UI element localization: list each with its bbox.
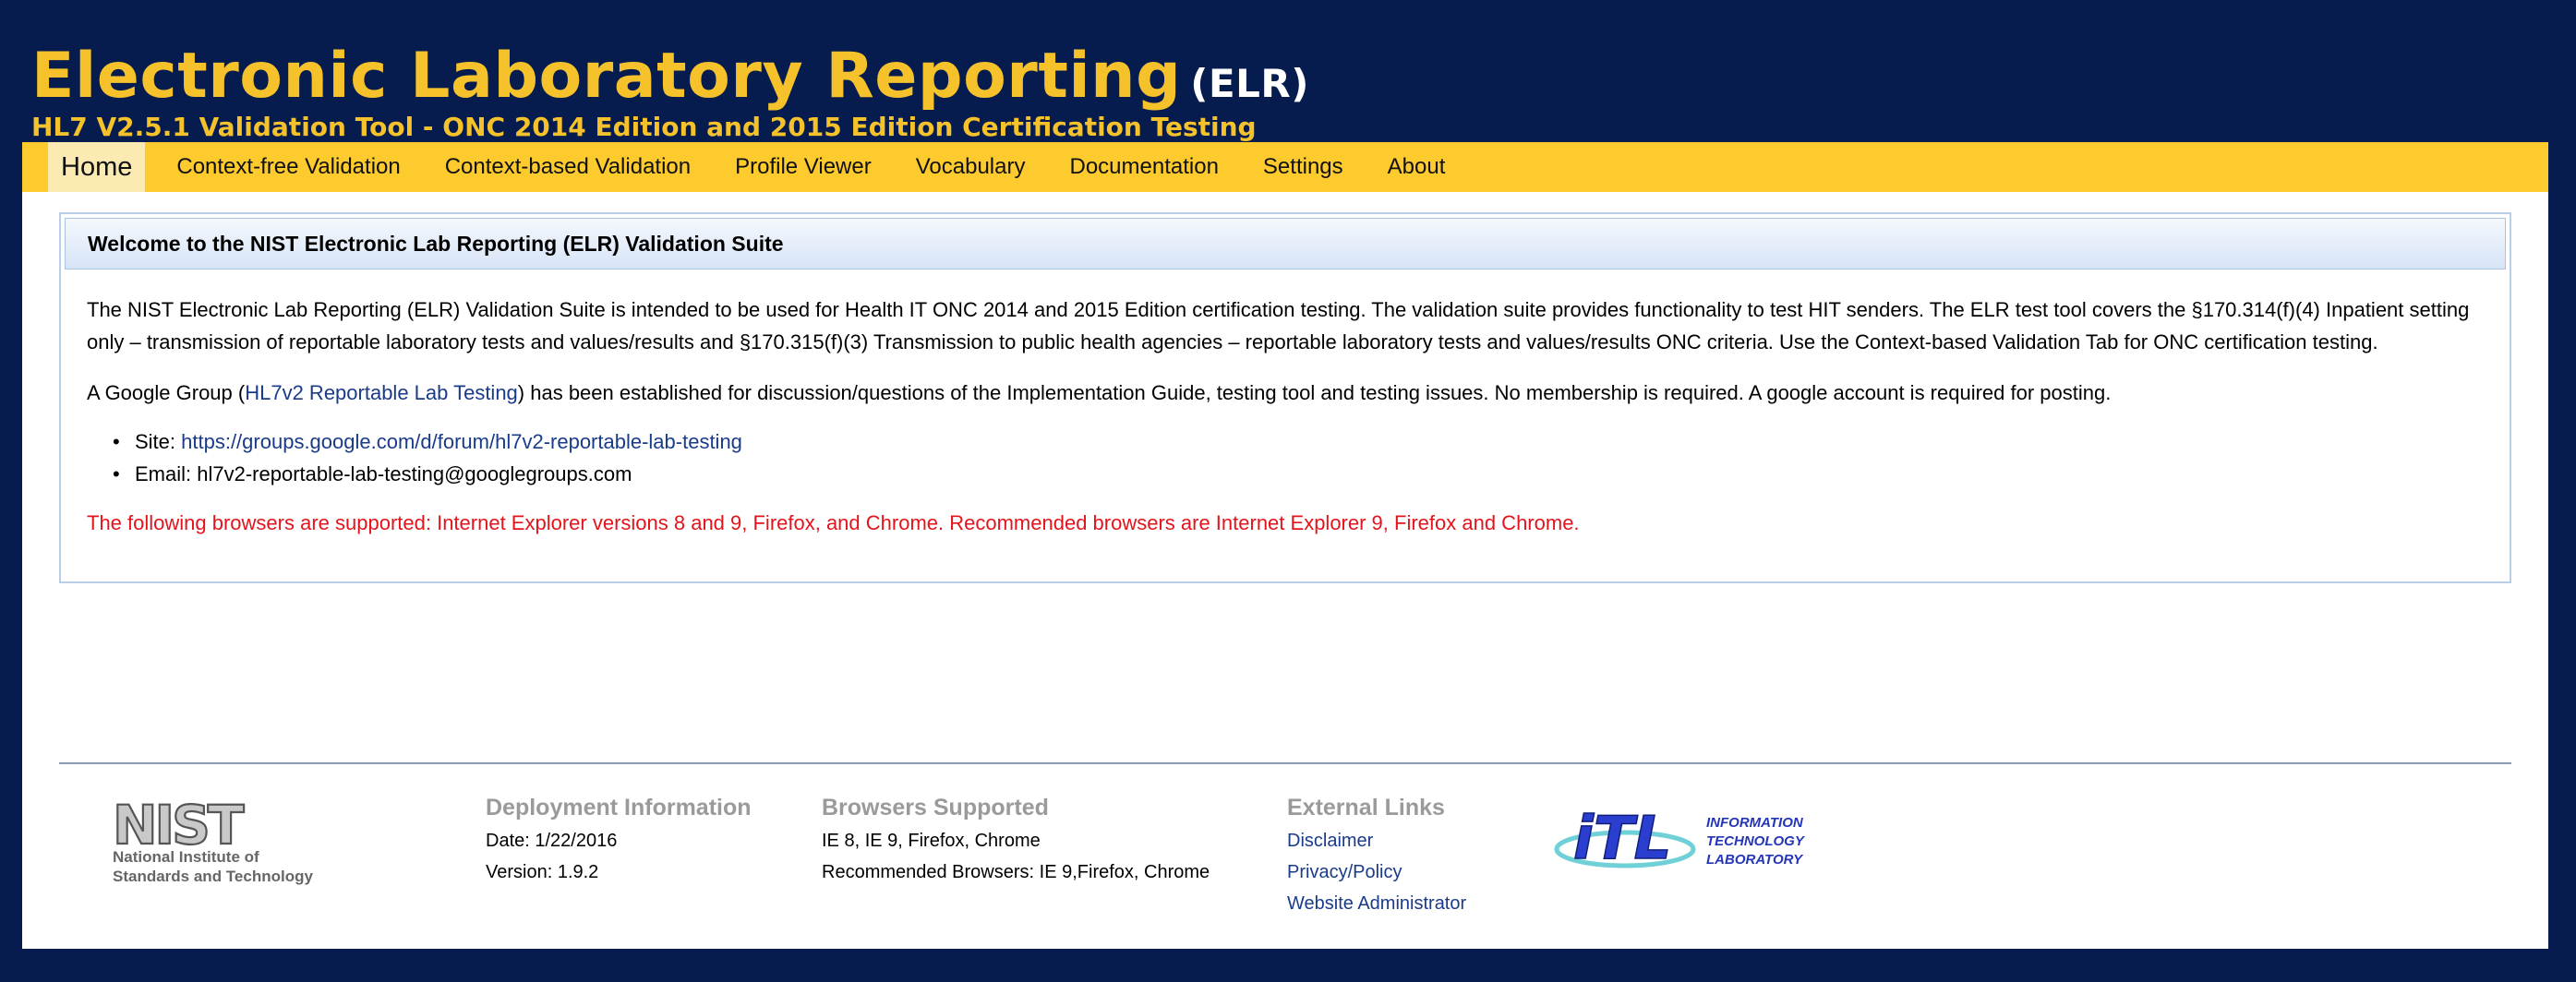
google-group-paragraph: A Google Group (HL7v2 Reportable Lab Tes…	[87, 377, 2486, 409]
welcome-heading: Welcome to the NIST Electronic Lab Repor…	[65, 218, 2506, 269]
main-nav: Home Context-free Validation Context-bas…	[22, 142, 2548, 192]
nist-logo[interactable]: NIST National Institute of Standards and…	[107, 794, 366, 886]
app-title-abbr: (ELR)	[1190, 61, 1309, 106]
footer-divider	[59, 762, 2511, 764]
tab-documentation[interactable]: Documentation	[1047, 142, 1240, 192]
deployment-version: Version: 1.9.2	[486, 862, 599, 882]
app-header: Electronic Laboratory Reporting (ELR) HL7…	[31, 35, 1309, 144]
tab-context-based-validation[interactable]: Context-based Validation	[423, 142, 713, 192]
group-prefix-text: A Google Group (	[87, 381, 246, 404]
app-title-text: Electronic Laboratory Reporting	[31, 40, 1182, 113]
list-item-email: • Email: hl7v2-reportable-lab-testing@goo…	[113, 458, 2486, 490]
itl-line3: LABORATORY	[1706, 852, 1804, 868]
external-links-heading: External Links	[1287, 795, 1445, 820]
intro-paragraph: The NIST Electronic Lab Reporting (ELR) …	[87, 298, 2470, 353]
browsers-recommended: Recommended Browsers: IE 9,Firefox, Chro…	[822, 862, 1210, 882]
bullet-icon: •	[113, 430, 120, 453]
welcome-body: The NIST Electronic Lab Reporting (ELR) …	[65, 269, 2506, 539]
deployment-info: Deployment Information Date: 1/22/2016 V…	[486, 792, 752, 888]
itl-wordmark: iTL	[1573, 805, 1671, 873]
email-label: Email:	[135, 462, 198, 485]
tab-about[interactable]: About	[1366, 142, 1468, 192]
browsers-heading: Browsers Supported	[822, 795, 1049, 820]
nist-logo-line1: National Institute of	[113, 848, 259, 866]
nist-wordmark: NIST	[113, 794, 245, 856]
list-item-site: • Site: https://groups.google.com/d/forum…	[113, 425, 2486, 458]
nist-logo-line2: Standards and Technology	[113, 868, 313, 885]
app-subtitle: HL7 V2.5.1 Validation Tool - ONC 2014 Ed…	[31, 112, 1257, 142]
google-group-link[interactable]: HL7v2 Reportable Lab Testing	[245, 381, 518, 404]
browser-notice: The following browsers are supported: In…	[87, 511, 1580, 534]
itl-line2: TECHNOLOGY	[1706, 833, 1806, 849]
itl-logo[interactable]: iTL INFORMATION TECHNOLOGY LABORATORY	[1553, 796, 1863, 879]
website-admin-link[interactable]: Website Administrator	[1287, 888, 1466, 919]
deployment-heading: Deployment Information	[486, 795, 752, 820]
welcome-box: Welcome to the NIST Electronic Lab Repor…	[59, 212, 2511, 583]
email-address: hl7v2-reportable-lab-testing@googlegroup…	[197, 462, 632, 485]
browsers-supported-list: IE 8, IE 9, Firefox, Chrome	[822, 831, 1041, 851]
itl-line1: INFORMATION	[1706, 815, 1804, 831]
external-links: External Links Disclaimer Privacy/Policy…	[1287, 792, 1466, 919]
bullet-icon: •	[113, 462, 120, 485]
tab-profile-viewer[interactable]: Profile Viewer	[713, 142, 894, 192]
main-panel: Home Context-free Validation Context-bas…	[22, 142, 2548, 949]
tab-settings[interactable]: Settings	[1241, 142, 1366, 192]
site-link[interactable]: https://groups.google.com/d/forum/hl7v2-…	[181, 430, 742, 453]
privacy-policy-link[interactable]: Privacy/Policy	[1287, 856, 1466, 888]
tab-vocabulary[interactable]: Vocabulary	[894, 142, 1048, 192]
disclaimer-link[interactable]: Disclaimer	[1287, 825, 1466, 856]
group-suffix-text: ) has been established for discussion/qu…	[517, 381, 2112, 404]
contact-list: • Site: https://groups.google.com/d/forum…	[113, 425, 2486, 490]
tab-context-free-validation[interactable]: Context-free Validation	[154, 142, 422, 192]
tab-home[interactable]: Home	[48, 142, 146, 192]
deployment-date: Date: 1/22/2016	[486, 831, 618, 851]
browsers-supported: Browsers Supported IE 8, IE 9, Firefox, …	[822, 792, 1210, 888]
site-label: Site:	[135, 430, 182, 453]
